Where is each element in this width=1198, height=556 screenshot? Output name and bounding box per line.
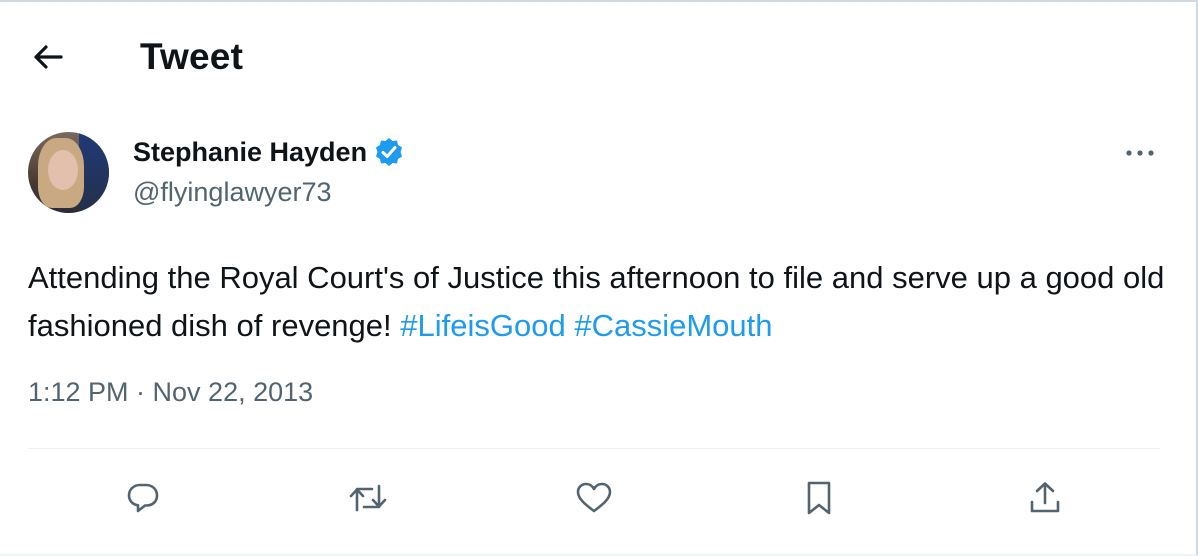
arrow-left-icon [31, 42, 65, 72]
tweet-page: Tweet Stephanie Hayden @flyinglawyer73 A… [0, 0, 1198, 556]
reply-icon [126, 481, 160, 515]
reply-button[interactable] [117, 472, 169, 524]
author-handle[interactable]: @flyinglawyer73 [133, 177, 332, 208]
page-title: Tweet [140, 36, 244, 77]
author-name: Stephanie Hayden [133, 136, 368, 167]
more-options-button[interactable] [1120, 138, 1160, 168]
tweet-text: Attending the Royal Court's of Justice t… [28, 254, 1168, 350]
bookmark-icon [804, 480, 834, 516]
author-name-link[interactable]: Stephanie Hayden [133, 136, 405, 168]
retweet-icon [348, 481, 388, 515]
page-header: Tweet [0, 2, 1196, 112]
bookmark-button[interactable] [793, 472, 845, 524]
hashtag-link[interactable]: #CassieMouth [574, 308, 772, 343]
share-icon [1028, 480, 1062, 516]
verified-badge-icon [373, 136, 405, 168]
tweet-actions [0, 464, 1196, 534]
tweet-timestamp[interactable]: 1:12 PM · Nov 22, 2013 [28, 377, 313, 408]
heart-icon [575, 481, 613, 515]
hashtag-link[interactable]: #LifeisGood [400, 308, 565, 343]
divider [28, 448, 1160, 449]
back-button[interactable] [20, 34, 76, 80]
avatar[interactable] [28, 132, 109, 213]
like-button[interactable] [568, 472, 620, 524]
share-button[interactable] [1019, 472, 1071, 524]
more-dots-icon [1124, 149, 1156, 157]
retweet-button[interactable] [342, 472, 394, 524]
